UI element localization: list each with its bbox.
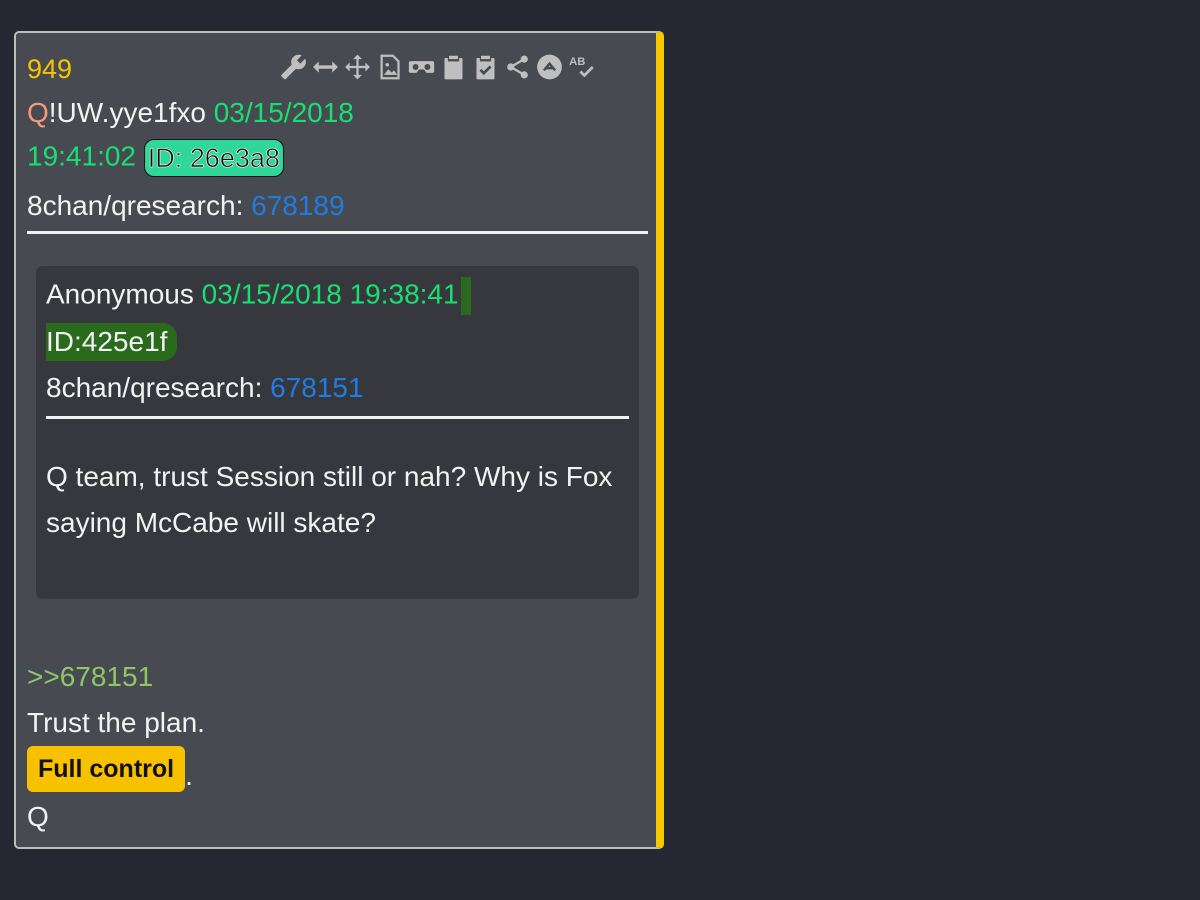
post-board: 8chan/qresearch:: [27, 190, 244, 221]
post-number: 949: [27, 54, 73, 84]
post-author-line: Q!UW.yye1fxo 03/15/2018: [27, 97, 354, 129]
share-icon[interactable]: [504, 50, 531, 84]
quoted-post-id-link[interactable]: 678151: [270, 372, 363, 403]
vr-goggles-icon[interactable]: [408, 50, 435, 84]
quoted-datetime: 03/15/2018 19:38:41: [201, 278, 459, 310]
id-color-marker: [460, 277, 471, 315]
post-toolbar: AB: [280, 50, 595, 84]
spellcheck-icon[interactable]: AB: [568, 50, 595, 84]
clipboard-icon[interactable]: [440, 50, 467, 84]
reply-period: .: [185, 760, 193, 791]
reply-line-2: Full control.: [27, 746, 193, 792]
quoted-text: Q team, trust Session still or nah? Why …: [46, 461, 613, 538]
quoted-board: 8chan/qresearch:: [46, 372, 263, 403]
highlight-badge: Full control: [27, 746, 186, 792]
post-id-link[interactable]: 678189: [251, 190, 344, 221]
poster-id-badge[interactable]: ID: 26e3a8: [143, 139, 284, 177]
post-card: 949 AB Q!UW.yye1fxo 03/15/2018 19:41:02 …: [14, 31, 664, 849]
post-author: Q: [27, 97, 49, 128]
quoted-id-line: ID:425e1f: [46, 323, 178, 361]
quoted-post: Anonymous 03/15/2018 19:38:41 ID:425e1f …: [36, 266, 639, 599]
post-time-line: 19:41:02 ID: 26e3a8: [27, 139, 284, 177]
quoted-id-badge[interactable]: ID:425e1f: [46, 323, 178, 361]
quoted-author-line: Anonymous 03/15/2018 19:38:41: [46, 277, 471, 315]
header-divider: [27, 231, 648, 234]
post-tripcode: !UW.yye1fxo: [48, 97, 206, 128]
post-board-line: 8chan/qresearch: 678189: [27, 190, 345, 222]
clipboard-check-icon[interactable]: [472, 50, 499, 84]
wrench-icon[interactable]: [280, 50, 307, 84]
quoted-author: Anonymous: [46, 278, 194, 310]
quoted-board-line: 8chan/qresearch: 678151: [46, 372, 364, 404]
svg-text:AB: AB: [569, 56, 585, 68]
image-file-icon[interactable]: [376, 50, 403, 84]
resize-horizontal-icon[interactable]: [312, 50, 339, 84]
post-time: 19:41:02: [27, 140, 136, 172]
reply-line-1: Trust the plan.: [27, 707, 205, 738]
arrow-up-circle-icon[interactable]: [536, 50, 563, 84]
quoted-divider: [46, 416, 629, 419]
reply-signature: Q: [27, 801, 49, 832]
reply-link[interactable]: >>678151: [27, 661, 153, 693]
move-icon[interactable]: [344, 50, 371, 84]
post-date: 03/15/2018: [213, 97, 354, 128]
